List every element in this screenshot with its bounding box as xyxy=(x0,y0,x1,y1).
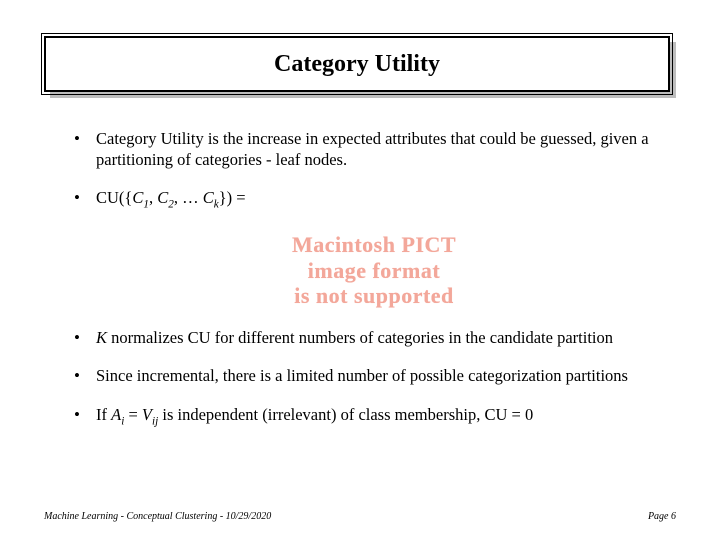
b5-A: A xyxy=(111,405,121,424)
pict-warning: Macintosh PICT image format is not suppo… xyxy=(292,232,456,308)
b5-pre: If xyxy=(96,405,111,424)
cu-ck: C xyxy=(203,188,214,207)
pict-line2: image format xyxy=(292,258,456,283)
title-banner: Category Utility xyxy=(44,36,676,98)
bullet-2: CU({C1, C2, … Ck}) = xyxy=(74,187,674,208)
cu-c2: C xyxy=(157,188,168,207)
bullet-5: If Ai = Vij is independent (irrelevant) … xyxy=(74,404,674,425)
footer-left: Machine Learning - Conceptual Clustering… xyxy=(44,511,271,522)
b5-V: V xyxy=(142,405,152,424)
b4-text: Since incremental, there is a limited nu… xyxy=(96,366,628,385)
cu-formula: CU({C1, C2, … Ck}) = xyxy=(96,188,246,207)
bullet-list: Category Utility is the increase in expe… xyxy=(74,128,674,442)
b3-rest: normalizes CU for different numbers of c… xyxy=(107,328,613,347)
footer-right: Page 6 xyxy=(648,511,676,522)
footer: Machine Learning - Conceptual Clustering… xyxy=(44,511,676,522)
pict-line1: Macintosh PICT xyxy=(292,232,456,257)
pict-line3: is not supported xyxy=(292,283,456,308)
bullet-4: Since incremental, there is a limited nu… xyxy=(74,365,674,386)
pict-placeholder: Macintosh PICT image format is not suppo… xyxy=(74,225,674,315)
cu-mid: , … xyxy=(174,188,203,207)
bullet-1: Category Utility is the increase in expe… xyxy=(74,128,674,170)
cu-c1: C xyxy=(132,188,143,207)
cu-pre: CU({ xyxy=(96,188,132,207)
b5-eq: = xyxy=(124,405,142,424)
title-box: Category Utility xyxy=(44,36,670,92)
cu-post: }) = xyxy=(219,188,246,207)
b5-rest: is independent (irrelevant) of class mem… xyxy=(158,405,533,424)
bullet-1-text: Category Utility is the increase in expe… xyxy=(96,129,649,169)
page-title: Category Utility xyxy=(274,51,440,78)
bullet-3: K normalizes CU for different numbers of… xyxy=(74,327,674,348)
b3-k: K xyxy=(96,328,107,347)
cu-s1: 1 xyxy=(143,199,149,211)
